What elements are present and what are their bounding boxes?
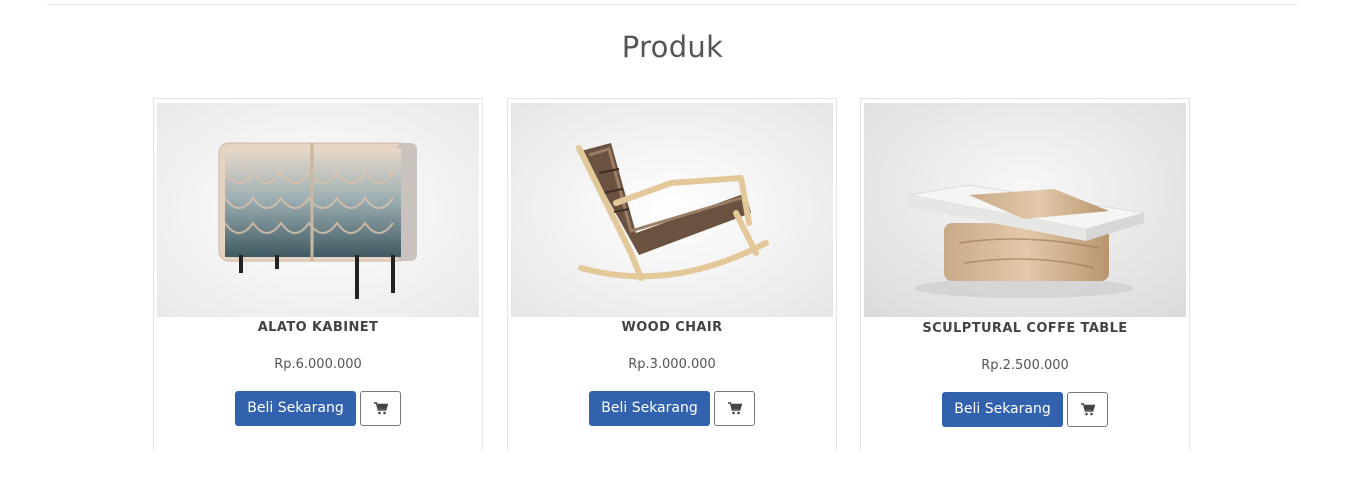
product-card: SCULPTURAL COFFE TABLE Rp.2.500.000 Beli…	[860, 98, 1190, 450]
product-price: Rp.2.500.000	[981, 358, 1069, 373]
add-to-cart-button[interactable]	[359, 391, 401, 426]
product-price: Rp.6.000.000	[274, 357, 362, 372]
buy-now-button[interactable]: Beli Sekarang	[235, 391, 356, 426]
buy-now-button[interactable]: Beli Sekarang	[589, 391, 710, 426]
product-price: Rp.3.000.000	[628, 357, 716, 372]
top-divider	[47, 4, 1299, 5]
product-actions: Beli Sekarang	[154, 391, 482, 426]
cart-icon	[1080, 403, 1095, 416]
section-title: Produk	[621, 30, 724, 64]
cart-icon	[373, 402, 388, 415]
product-name: ALATO KABINET	[257, 320, 379, 335]
add-to-cart-button[interactable]	[713, 391, 755, 426]
product-card: ALATO KABINET Rp.6.000.000 Beli Sekarang	[153, 98, 483, 450]
product-image-coffee-table[interactable]	[864, 103, 1186, 317]
product-image-rocking-chair[interactable]	[511, 103, 833, 317]
add-to-cart-button[interactable]	[1066, 392, 1108, 427]
product-card: WOOD CHAIR Rp.3.000.000 Beli Sekarang	[507, 98, 837, 450]
product-actions: Beli Sekarang	[861, 392, 1189, 427]
product-name: SCULPTURAL COFFE TABLE	[922, 321, 1128, 336]
cart-icon	[727, 402, 742, 415]
buy-now-button[interactable]: Beli Sekarang	[942, 392, 1063, 427]
product-name: WOOD CHAIR	[621, 320, 723, 335]
product-actions: Beli Sekarang	[508, 391, 836, 426]
product-image-cabinet[interactable]	[157, 103, 479, 317]
